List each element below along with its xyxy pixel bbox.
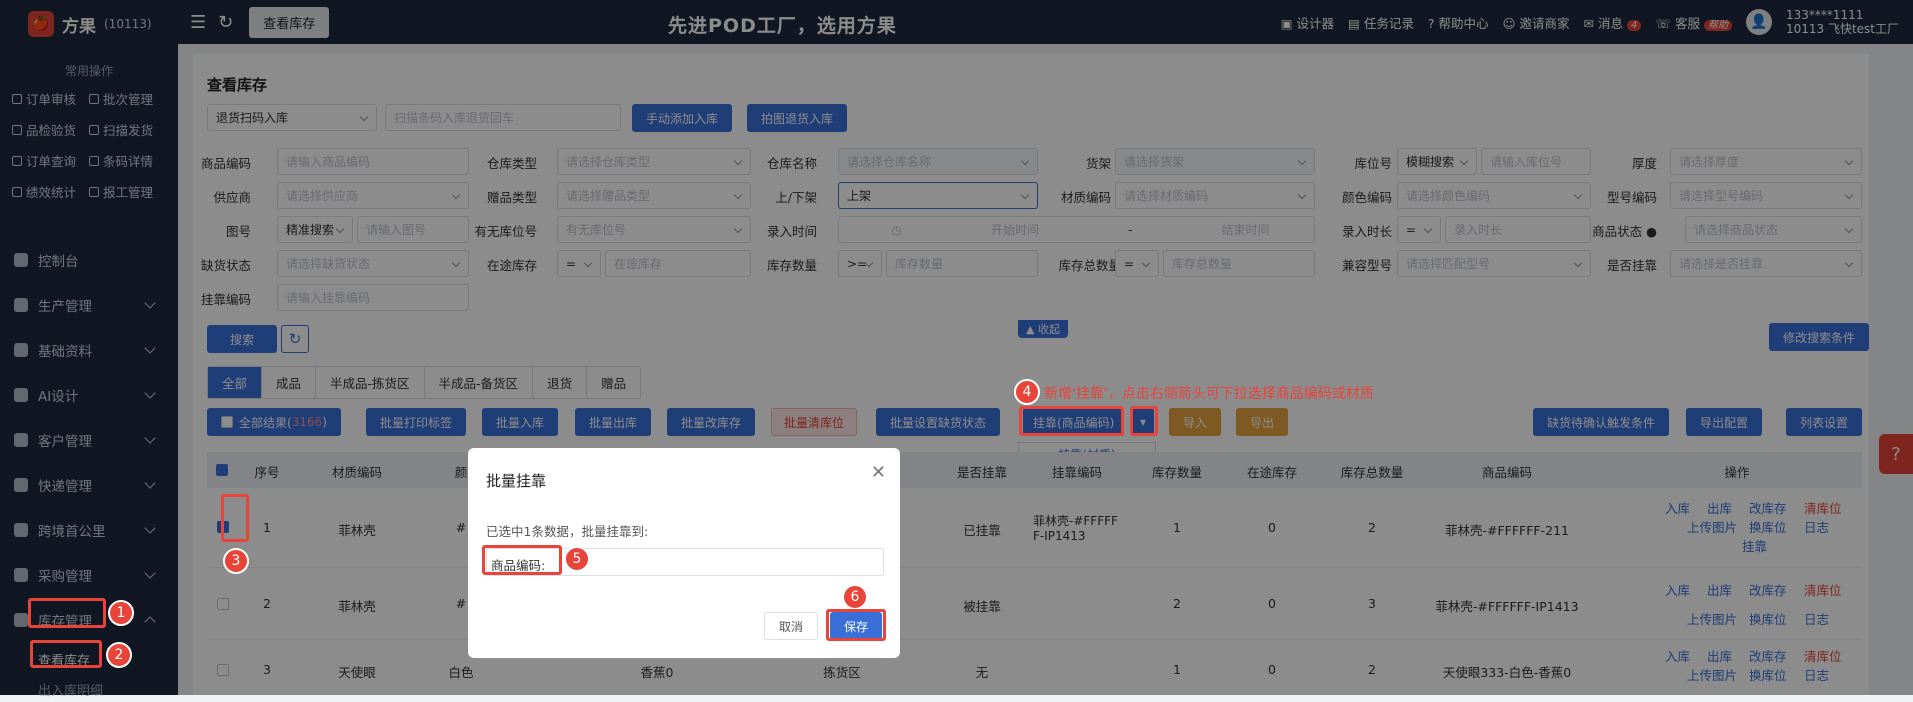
cancel-button[interactable]: 取消: [764, 612, 818, 640]
step-badge: 4: [1014, 379, 1040, 405]
step-badge: 6: [842, 584, 868, 610]
step-badge: 1: [108, 600, 134, 626]
dialog-title: 批量挂靠: [486, 472, 547, 490]
close-icon[interactable]: ✕: [871, 462, 886, 483]
step-badge: 5: [564, 546, 590, 572]
step-badge: 2: [106, 642, 132, 668]
step-badge: 3: [223, 548, 249, 574]
annotation-box: [28, 598, 106, 628]
dialog-text: 已选中1条数据，批量挂靠到:: [486, 524, 649, 539]
annotation-box: [1130, 406, 1158, 436]
annotation-box: [826, 609, 886, 641]
annotation-box: [1019, 406, 1124, 436]
annotation-box: [221, 494, 249, 542]
modal-overlay: [0, 0, 1913, 695]
annotation-box: [482, 545, 562, 575]
annotation-text: 新增'挂靠'，点击右侧箭头可下拉选择商品编码或材质: [1044, 386, 1374, 402]
annotation-box: [30, 640, 102, 668]
